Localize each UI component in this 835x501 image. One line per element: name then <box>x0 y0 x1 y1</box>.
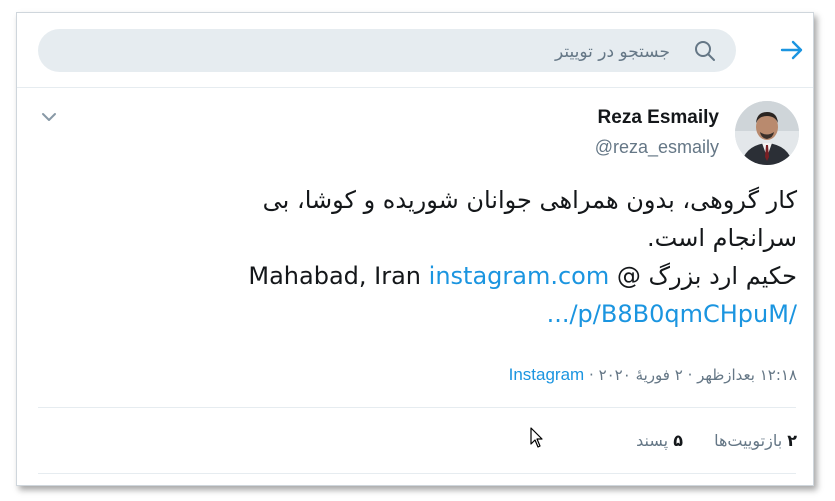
meta-separator: · <box>589 366 594 384</box>
tweet-date[interactable]: ۲ فوریهٔ ۲۰۲۰ <box>599 366 683 384</box>
tweet-link[interactable]: instagram.com <box>429 262 610 290</box>
tweet-text: کار گروهی، بدون همراهی جوانان شوریده و ک… <box>77 181 797 333</box>
retweets-count: ۲ <box>787 431 797 450</box>
tweet-time[interactable]: ۱۲:۱۸ بعدازظهر <box>697 366 797 384</box>
tweet-location: Mahabad, Iran <box>248 262 422 290</box>
meta-separator: · <box>687 366 693 384</box>
tweet-text-line: سرانجام است. <box>647 224 797 252</box>
tweet-stats: ۲ بازتوییت‌ها ۵ پسند <box>610 431 797 450</box>
divider <box>38 407 796 408</box>
header <box>17 13 813 88</box>
tweet-window: Reza Esmaily @reza_esmaily کار گروهی، بد… <box>16 12 814 486</box>
author-handle[interactable]: @reza_esmaily <box>595 137 719 158</box>
retweets-stat[interactable]: ۲ بازتوییت‌ها <box>714 431 797 450</box>
search-input[interactable] <box>108 29 672 74</box>
search-bar[interactable] <box>38 29 736 74</box>
author-display-name[interactable]: Reza Esmaily <box>598 107 719 129</box>
tweet-text-line: کار گروهی، بدون همراهی جوانان شوریده و ک… <box>262 186 797 214</box>
tweet-metadata: ۱۲:۱۸ بعدازظهر · ۲ فوریهٔ ۲۰۲۰ · Instagr… <box>509 365 797 385</box>
retweets-label: بازتوییت‌ها <box>714 431 783 450</box>
chevron-down-icon[interactable] <box>39 109 59 123</box>
search-icon <box>694 40 716 62</box>
likes-count: ۵ <box>673 431 683 450</box>
avatar[interactable] <box>735 101 799 165</box>
divider <box>38 473 796 474</box>
likes-stat[interactable]: ۵ پسند <box>636 431 683 450</box>
tweet-text-line: /p/B8B0qmCHpuM/... <box>77 295 797 333</box>
arrow-right-icon <box>780 40 803 60</box>
tweet-link-continued[interactable]: /p/B8B0qmCHpuM/... <box>547 300 797 328</box>
back-button[interactable] <box>777 35 807 65</box>
tweet-source[interactable]: Instagram <box>509 365 585 384</box>
mouse-pointer-icon <box>530 427 544 449</box>
tweet-text-line: حکیم ارد بزرگ @ Mahabad, Iran instagram.… <box>77 257 797 295</box>
tweet-text-prefix: حکیم ارد بزرگ @ <box>609 262 797 290</box>
likes-label: پسند <box>636 431 669 450</box>
